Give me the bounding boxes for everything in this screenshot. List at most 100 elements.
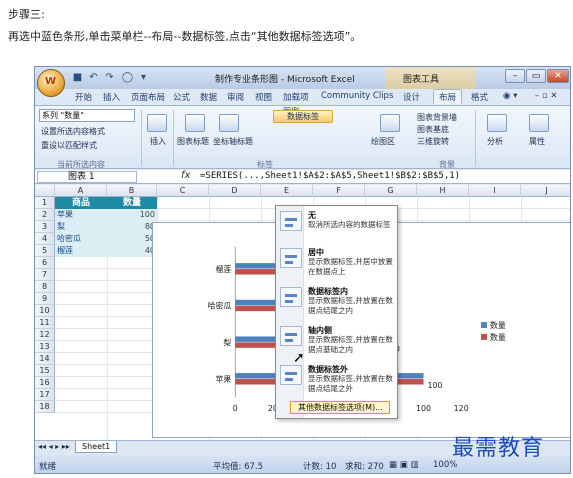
x-tick-label[interactable]: 100 xyxy=(416,404,431,413)
analysis-button[interactable]: 分析 xyxy=(487,136,503,147)
tab-design[interactable]: 设计 xyxy=(403,91,420,103)
data-labels-button[interactable]: 数据标签 xyxy=(273,110,333,123)
row-header[interactable]: 3 xyxy=(35,221,55,233)
office-button[interactable]: W xyxy=(37,69,65,97)
view-buttons[interactable]: ▦ ▣ ▥ xyxy=(389,460,419,470)
customize-dropdown-icon[interactable]: ▾ xyxy=(137,71,150,84)
chart-title-button[interactable]: 图表标题 xyxy=(177,136,209,147)
row-header[interactable]: 14 xyxy=(35,353,55,365)
tab-data[interactable]: 数据 xyxy=(200,91,217,103)
x-tick-label[interactable]: 0 xyxy=(233,404,238,413)
category-label[interactable]: 榴莲 xyxy=(216,264,232,274)
minimize-button[interactable]: – xyxy=(505,69,525,83)
row-header[interactable]: 12 xyxy=(35,329,55,341)
insert-button[interactable]: 插入 xyxy=(150,136,166,147)
row-header[interactable]: 5 xyxy=(35,245,55,257)
format-selection-button[interactable]: 设置所选内容格式 xyxy=(41,126,105,137)
table-cell-name[interactable]: 苹果 xyxy=(55,209,107,221)
tab-community-clips[interactable]: Community Clips xyxy=(321,91,393,101)
table-cell-value[interactable]: 50 xyxy=(107,233,157,245)
more-data-label-options[interactable]: 其他数据标签选项(M)... xyxy=(290,401,390,414)
legend-entry[interactable]: 数量 xyxy=(490,332,506,342)
column-header[interactable]: I xyxy=(469,185,521,197)
plot-area-button[interactable]: 绘图区 xyxy=(371,136,395,147)
axis-title-icon[interactable] xyxy=(219,114,239,132)
tab-review[interactable]: 审阅 xyxy=(227,91,244,103)
row-header[interactable]: 11 xyxy=(35,317,55,329)
column-header[interactable]: J xyxy=(521,185,570,197)
plot-area-icon[interactable] xyxy=(380,114,400,132)
data-label[interactable]: 100 xyxy=(427,381,442,390)
undo-icon[interactable]: ↶ xyxy=(87,71,100,84)
tab-format[interactable]: 格式 xyxy=(471,91,488,103)
fx-icon[interactable]: fx xyxy=(181,170,190,181)
analysis-icon[interactable] xyxy=(487,114,507,132)
column-header[interactable]: A xyxy=(55,185,107,197)
select-all-corner[interactable] xyxy=(35,185,55,197)
sheet-nav-arrows[interactable]: ◂◂ ◂ ▸ ▸▸ xyxy=(38,442,70,451)
column-header[interactable]: C xyxy=(157,185,209,197)
row-header[interactable]: 10 xyxy=(35,305,55,317)
row-header[interactable]: 9 xyxy=(35,293,55,305)
row-header[interactable]: 13 xyxy=(35,341,55,353)
row-header[interactable]: 4 xyxy=(35,233,55,245)
axis-title-button[interactable]: 坐标轴标题 xyxy=(213,136,253,147)
help-icon[interactable]: ◉ ▾ xyxy=(503,91,517,101)
maximize-button[interactable]: ▭ xyxy=(526,69,546,83)
ribbon-window-controls[interactable]: – ▫ ✕ xyxy=(535,91,558,101)
insert-icon[interactable] xyxy=(147,114,167,132)
tab-formulas[interactable]: 公式 xyxy=(173,91,190,103)
name-box[interactable]: 图表 1 xyxy=(37,171,137,183)
category-label[interactable]: 苹果 xyxy=(216,374,232,384)
column-header[interactable]: E xyxy=(261,185,313,197)
row-header[interactable]: 16 xyxy=(35,377,55,389)
tab-addins[interactable]: 加载项 xyxy=(283,91,309,103)
close-button[interactable]: ✕ xyxy=(547,69,569,83)
table-cell-value[interactable]: 100 xyxy=(107,209,157,221)
legend-swatch[interactable] xyxy=(480,333,487,340)
tab-insert[interactable]: 插入 xyxy=(103,91,120,103)
column-header[interactable]: G xyxy=(365,185,417,197)
category-label[interactable]: 梨 xyxy=(223,338,231,347)
row-header[interactable]: 6 xyxy=(35,257,55,269)
tab-home[interactable]: 开始 xyxy=(75,91,92,103)
menu-item-none[interactable]: 无 取消所选内容的数据标签 xyxy=(276,209,397,245)
row-header[interactable]: 1 xyxy=(35,197,55,209)
row-header[interactable]: 18 xyxy=(35,401,55,413)
column-header[interactable]: F xyxy=(313,185,365,197)
tab-page-layout[interactable]: 页面布局 xyxy=(131,91,165,103)
tab-layout[interactable]: 布局 xyxy=(433,89,463,104)
table-header-quantity[interactable]: 数量 xyxy=(107,197,157,209)
redo-icon[interactable]: ↷ xyxy=(103,71,116,84)
chart-floor-button[interactable]: 图表基底 xyxy=(417,124,449,135)
rotation-3d-button[interactable]: 三维旋转 xyxy=(417,136,449,147)
chart-element-selector[interactable]: 系列 "数量" xyxy=(39,109,135,122)
sheet-tab-sheet1[interactable]: Sheet1 xyxy=(75,441,118,453)
table-cell-value[interactable]: 40 xyxy=(107,245,157,257)
menu-item-inside-end[interactable]: 数据标签内 显示数据标签,并放置在数据点结尾之内 xyxy=(276,285,397,323)
circle-icon[interactable]: ◯ xyxy=(121,71,134,84)
column-header[interactable]: B xyxy=(107,185,157,197)
chart-wall-button[interactable]: 图表背景墙 xyxy=(417,112,457,123)
table-cell-name[interactable]: 梨 xyxy=(55,221,107,233)
category-label[interactable]: 哈密瓜 xyxy=(208,301,232,311)
row-header[interactable]: 7 xyxy=(35,269,55,281)
x-tick-label[interactable]: 120 xyxy=(454,404,469,413)
row-header[interactable]: 17 xyxy=(35,389,55,401)
menu-item-outside-end[interactable]: 数据标签外 显示数据标签,并放置在数据点结尾之外 xyxy=(276,363,397,399)
menu-item-center[interactable]: 居中 显示数据标签,并居中放置在数据点上 xyxy=(276,246,397,284)
table-cell-value[interactable]: 80 xyxy=(107,221,157,233)
save-icon[interactable]: ■ xyxy=(71,71,84,84)
legend-entry[interactable]: 数量 xyxy=(490,320,506,330)
tab-view[interactable]: 视图 xyxy=(255,91,272,103)
column-header[interactable]: H xyxy=(417,185,469,197)
reset-style-button[interactable]: 重设以匹配样式 xyxy=(41,140,97,151)
chart-title-icon[interactable] xyxy=(185,114,205,132)
row-header[interactable]: 8 xyxy=(35,281,55,293)
column-header[interactable]: D xyxy=(209,185,261,197)
table-header-product[interactable]: 商品 xyxy=(55,197,107,209)
properties-button[interactable]: 属性 xyxy=(529,136,545,147)
table-cell-name[interactable]: 榴莲 xyxy=(55,245,107,257)
properties-icon[interactable] xyxy=(529,114,549,132)
legend-swatch[interactable] xyxy=(480,322,487,329)
